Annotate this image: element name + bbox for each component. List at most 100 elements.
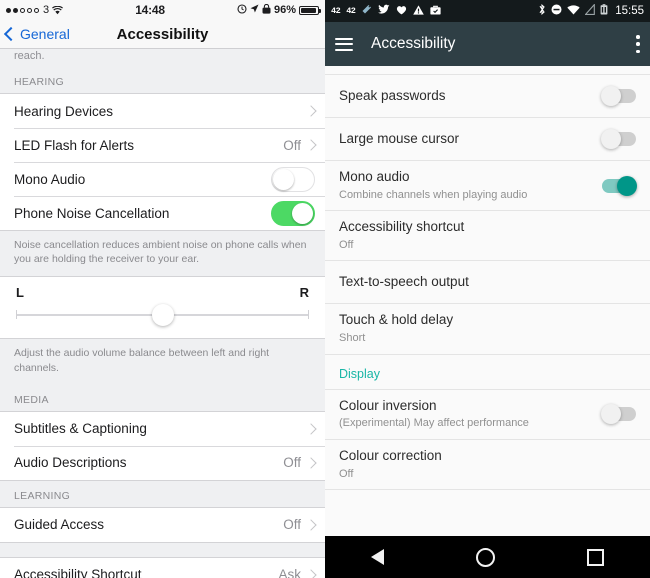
carrier-label: 3 xyxy=(43,4,50,16)
row-subtitle: Combine channels when playing audio xyxy=(339,188,528,201)
row-touch-and-hold-delay[interactable]: Touch & hold delay Short xyxy=(325,304,650,355)
mono-audio-toggle[interactable] xyxy=(602,175,637,196)
balance-right-label: R xyxy=(299,285,309,301)
row-text: Touch & hold delay Short xyxy=(339,312,636,345)
ios-accessibility-screen: 3 14:48 96% General Accessibility reach.… xyxy=(0,0,325,578)
row-label: LED Flash for Alerts xyxy=(14,137,135,153)
battery-icon xyxy=(299,5,321,15)
android-system-icons: 15:55 xyxy=(538,3,644,18)
hearing-group: Hearing Devices LED Flash for Alerts Off… xyxy=(0,93,325,231)
row-phone-noise-cancellation[interactable]: Phone Noise Cancellation xyxy=(0,196,325,230)
hamburger-icon[interactable] xyxy=(335,37,353,51)
row-label: Hearing Devices xyxy=(14,103,114,119)
android-clock: 15:55 xyxy=(615,5,644,17)
slider-tick-left xyxy=(16,310,17,320)
signal-strength-icon xyxy=(6,7,39,13)
row-accessibility-shortcut[interactable]: Accessibility Shortcut Ask xyxy=(0,557,325,578)
home-nav-icon[interactable] xyxy=(476,547,495,567)
balance-labels: L R xyxy=(14,283,311,300)
row-title: Large mouse cursor xyxy=(339,130,460,146)
row-title: Colour inversion xyxy=(339,397,437,413)
row-mono-audio[interactable]: Mono Audio xyxy=(0,162,325,196)
wifi-icon xyxy=(567,4,580,18)
ios-status-right: 96% xyxy=(237,3,321,17)
android-navigation-bar xyxy=(325,536,650,578)
section-header-hearing: HEARING xyxy=(0,67,325,93)
row-guided-access[interactable]: Guided Access Off xyxy=(0,507,325,542)
ios-settings-list[interactable]: reach. HEARING Hearing Devices LED Flash… xyxy=(0,49,325,578)
large-mouse-cursor-toggle[interactable] xyxy=(601,129,636,149)
section-header-media: MEDIA xyxy=(0,384,325,411)
row-colour-inversion[interactable]: Colour inversion (Experimental) May affe… xyxy=(325,389,650,440)
chevron-right-icon xyxy=(305,423,317,435)
chevron-right-icon xyxy=(305,139,317,151)
row-title: Speak passwords xyxy=(339,87,446,103)
back-nav-icon[interactable] xyxy=(371,549,384,565)
ios-nav-bar: General Accessibility xyxy=(0,20,325,49)
row-text: Mono audio Combine channels when playing… xyxy=(339,169,602,202)
ios-status-bar: 3 14:48 96% xyxy=(0,0,325,20)
section-gap xyxy=(0,542,325,557)
battery-icon xyxy=(600,4,608,18)
row-accessibility-shortcut[interactable]: Accessibility shortcut Off xyxy=(325,211,650,262)
bluetooth-icon xyxy=(538,3,546,18)
row-speak-passwords[interactable]: Speak passwords xyxy=(325,75,650,118)
row-value: Off xyxy=(283,137,301,153)
chevron-right-icon xyxy=(305,569,317,578)
row-audio-descriptions[interactable]: Audio Descriptions Off xyxy=(0,445,325,480)
row-mono-audio[interactable]: Mono audio Combine channels when playing… xyxy=(325,161,650,212)
battery-percent-label: 96% xyxy=(273,4,296,16)
row-title: Colour correction xyxy=(339,447,442,463)
notification-badge-42-second: 42 xyxy=(346,6,356,16)
row-text: Text-to-speech output xyxy=(339,274,636,291)
colour-inversion-toggle[interactable] xyxy=(601,404,636,425)
wifi-icon xyxy=(52,5,64,15)
row-subtitle: (Experimental) May affect performance xyxy=(339,417,529,430)
do-not-disturb-icon xyxy=(551,4,562,18)
overflow-menu-icon[interactable] xyxy=(636,35,640,53)
list-top-divider xyxy=(325,66,650,75)
section-header-learning: LEARNING xyxy=(0,480,325,507)
audio-balance-slider[interactable] xyxy=(14,304,311,327)
row-led-flash-for-alerts[interactable]: LED Flash for Alerts Off xyxy=(0,128,325,162)
media-group: Subtitles & Captioning Audio Description… xyxy=(0,410,325,481)
shortcut-group: Accessibility Shortcut Ask xyxy=(0,556,325,578)
row-colour-correction[interactable]: Colour correction Off xyxy=(325,439,650,490)
slider-tick-right xyxy=(308,310,309,320)
android-accessibility-screen: 42 42 15:55 Accessibility Speak password… xyxy=(325,0,650,578)
row-subtitles-captioning[interactable]: Subtitles & Captioning xyxy=(0,411,325,446)
row-title: Text-to-speech output xyxy=(339,273,469,289)
mono-audio-toggle[interactable] xyxy=(271,166,315,192)
ios-status-left: 3 xyxy=(6,4,64,16)
rotation-lock-icon xyxy=(262,3,271,17)
speak-passwords-toggle[interactable] xyxy=(601,86,636,106)
recents-nav-icon[interactable] xyxy=(587,548,604,566)
ios-clock: 14:48 xyxy=(135,3,165,17)
audio-balance-group: L R xyxy=(0,276,325,340)
row-title: Touch & hold delay xyxy=(339,312,454,328)
phone-noise-cancellation-toggle[interactable] xyxy=(271,200,315,226)
row-text: Large mouse cursor xyxy=(339,131,602,148)
page-title: Accessibility xyxy=(371,35,456,52)
notification-badge-42-first: 42 xyxy=(331,6,341,16)
android-status-bar: 42 42 15:55 xyxy=(325,0,650,22)
row-subtitle: Short xyxy=(339,332,366,345)
row-large-mouse-cursor[interactable]: Large mouse cursor xyxy=(325,118,650,161)
android-notification-icons: 42 42 xyxy=(331,4,538,18)
back-button-general[interactable]: General xyxy=(0,26,70,42)
learning-group: Guided Access Off xyxy=(0,506,325,543)
briefcase-icon xyxy=(430,5,442,18)
row-text: Colour inversion (Experimental) May affe… xyxy=(339,398,602,431)
row-hearing-devices[interactable]: Hearing Devices xyxy=(0,94,325,128)
back-button-label: General xyxy=(20,26,70,42)
row-label: Phone Noise Cancellation xyxy=(14,205,170,221)
heart-icon xyxy=(396,5,407,18)
row-text-to-speech-output[interactable]: Text-to-speech output xyxy=(325,261,650,305)
chevron-right-icon xyxy=(305,519,317,531)
row-label: Audio Descriptions xyxy=(14,455,127,471)
android-app-bar: Accessibility xyxy=(325,22,650,66)
location-icon xyxy=(250,4,259,16)
slider-thumb[interactable] xyxy=(151,304,174,327)
warning-triangle-icon xyxy=(413,4,425,18)
android-settings-list[interactable]: Speak passwords Large mouse cursor Mono … xyxy=(325,66,650,536)
